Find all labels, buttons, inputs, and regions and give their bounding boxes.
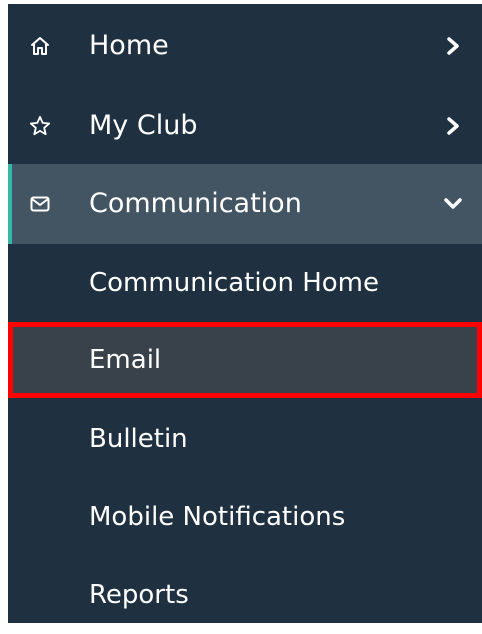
- envelope-icon: [29, 193, 51, 215]
- submenu-item-label: Bulletin: [89, 424, 188, 454]
- submenu-item-bulletin[interactable]: Bulletin: [8, 400, 482, 478]
- chevron-right-icon: [444, 117, 462, 135]
- sidebar-item-label: My Club: [89, 110, 198, 141]
- sidebar-item-communication[interactable]: Communication: [8, 164, 482, 244]
- sidebar-item-my-club[interactable]: My Club: [8, 86, 482, 166]
- star-icon: [29, 115, 51, 137]
- sidebar-item-label: Communication: [89, 188, 302, 219]
- sidebar-item-label: Home: [89, 30, 169, 61]
- submenu-item-label: Reports: [89, 580, 189, 610]
- chevron-down-icon: [444, 195, 462, 213]
- chevron-right-icon: [444, 37, 462, 55]
- sidebar-item-home[interactable]: Home: [8, 6, 482, 86]
- submenu-item-mobile-notifications[interactable]: Mobile Notifications: [8, 478, 482, 556]
- submenu-item-label: Communication Home: [89, 268, 379, 298]
- sidebar-nav: Home My Club Communication Communication…: [8, 4, 482, 623]
- submenu-item-reports[interactable]: Reports: [8, 556, 482, 634]
- submenu-item-label: Mobile Notifications: [89, 502, 346, 532]
- submenu-item-email[interactable]: Email: [8, 322, 482, 398]
- home-icon: [29, 35, 51, 57]
- submenu-item-communication-home[interactable]: Communication Home: [8, 244, 482, 322]
- submenu-item-label: Email: [89, 345, 162, 375]
